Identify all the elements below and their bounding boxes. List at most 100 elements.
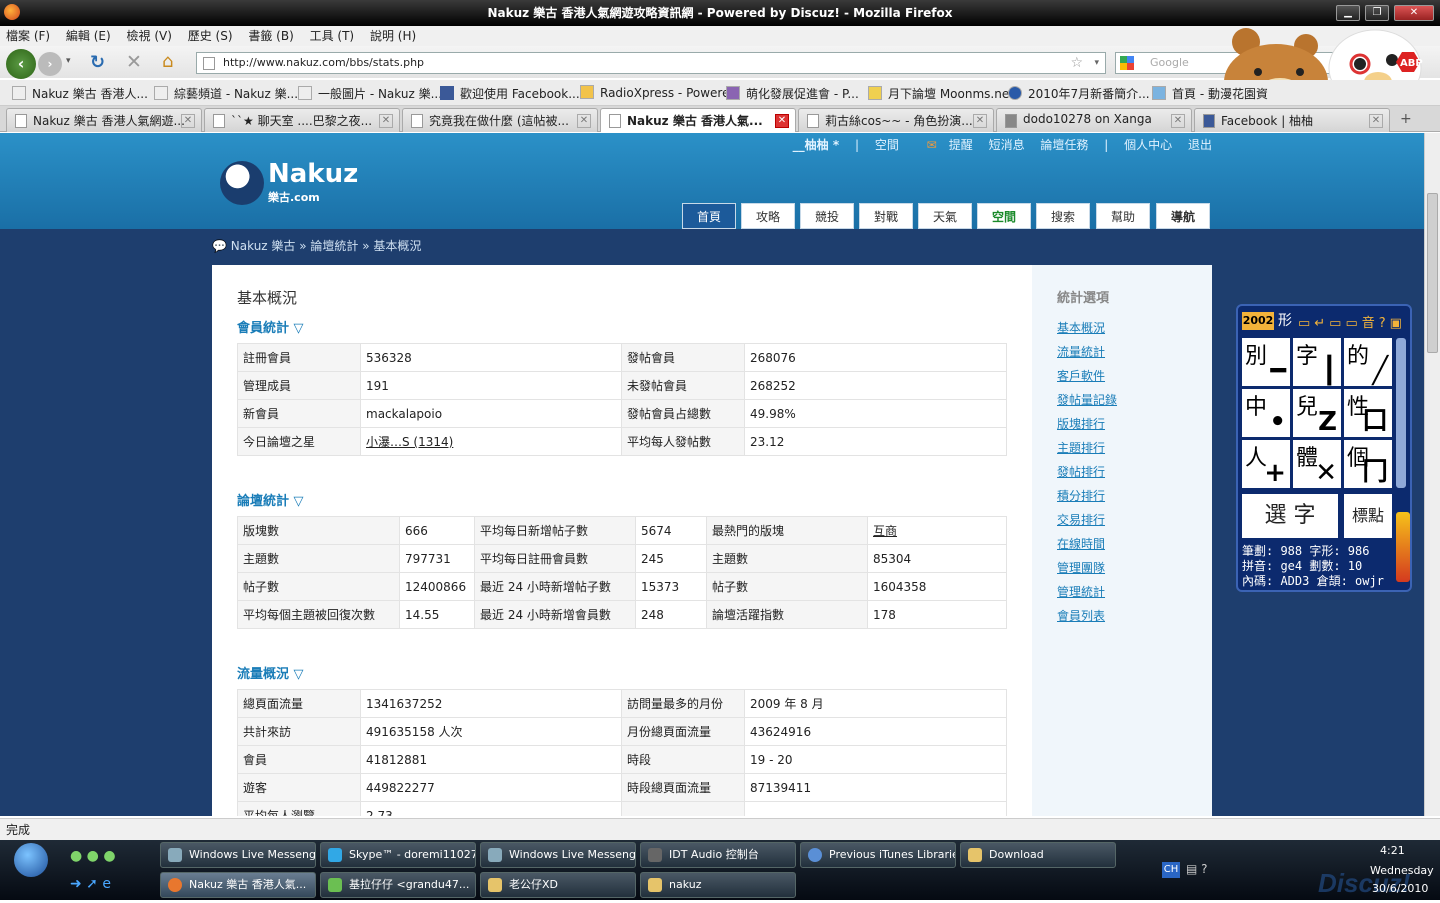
user-center-link[interactable]: 個人中心: [1124, 138, 1172, 152]
sidebar-link-thread-rank[interactable]: 主題排行: [1057, 439, 1105, 456]
traffic-stats-heading[interactable]: 流量概況 ▽: [237, 663, 304, 682]
ime-mode[interactable]: 形: [1278, 310, 1292, 330]
site-logo[interactable]: Nakuz 樂古.com: [220, 159, 360, 205]
close-tab-icon[interactable]: ✕: [379, 114, 393, 128]
bookmark-item[interactable]: 綜藝頻道 - Nakuz 樂...: [154, 85, 298, 102]
ime-char-cell[interactable]: 別 ━: [1242, 338, 1290, 386]
bookmark-item[interactable]: 一般圖片 - Nakuz 樂...: [298, 85, 442, 102]
start-button-icon[interactable]: [14, 843, 48, 877]
ime-char-cell[interactable]: 的 ╱: [1344, 338, 1392, 386]
ime-version-label[interactable]: 2002: [1242, 312, 1274, 330]
close-tab-icon[interactable]: ✕: [1171, 114, 1185, 128]
ime-toolbar-icons[interactable]: ▭↵▭▭音?▣: [1298, 312, 1406, 331]
ime-char-cell[interactable]: 兒Z: [1293, 389, 1341, 437]
tab[interactable]: dodo10278 on Xanga ✕: [996, 108, 1192, 132]
taskbar-button[interactable]: Previous iTunes Libraries: [800, 842, 956, 868]
sidebar-link-admin-stats[interactable]: 管理統計: [1057, 583, 1105, 600]
sidebar-link-online-time[interactable]: 在線時間: [1057, 535, 1105, 552]
ime-punctuation-button[interactable]: 標點: [1344, 494, 1392, 538]
hot-forum-link[interactable]: 互商: [867, 516, 1007, 545]
tasks-link[interactable]: 論壇任務: [1040, 138, 1088, 152]
tab-active[interactable]: Nakuz 樂古 香港人氣... ✕: [600, 108, 796, 132]
sidebar-link-traffic[interactable]: 流量統計: [1057, 343, 1105, 360]
ime-select-button[interactable]: 選 字: [1242, 494, 1338, 538]
sidebar-link-trade-rank[interactable]: 交易排行: [1057, 511, 1105, 528]
quicklaunch-icons[interactable]: ● ● ●: [70, 848, 116, 864]
close-tab-icon[interactable]: ✕: [577, 114, 591, 128]
page-scrollbar[interactable]: [1424, 133, 1440, 816]
bookmark-item[interactable]: 2010年7月新番簡介...: [1008, 85, 1150, 102]
home-icon[interactable]: ⌂: [162, 51, 173, 72]
space-link[interactable]: 空間: [875, 138, 899, 152]
taskbar-button[interactable]: Windows Live Messenger: [480, 842, 636, 868]
url-dropdown-icon[interactable]: ▾: [1094, 53, 1099, 73]
sidebar-link-post-rank[interactable]: 發帖排行: [1057, 463, 1105, 480]
language-indicator[interactable]: CH: [1162, 862, 1180, 878]
tab[interactable]: ``★ 聊天室 ....巴黎之夜... ✕: [204, 108, 400, 132]
member-stats-heading[interactable]: 會員統計 ▽: [237, 317, 304, 336]
logout-link[interactable]: 退出: [1188, 138, 1212, 152]
ime-char-cell[interactable]: 個冂: [1344, 440, 1392, 488]
nav-guides[interactable]: 攻略: [741, 203, 795, 229]
quicklaunch-icons-row2[interactable]: ➜ ➚ e: [70, 876, 111, 892]
stop-icon[interactable]: ✕: [126, 51, 142, 73]
sidebar-link-credit-rank[interactable]: 積分排行: [1057, 487, 1105, 504]
tab[interactable]: 究竟我在做什麼 (這帖被... ✕: [402, 108, 598, 132]
scrollbar-thumb[interactable]: [1427, 193, 1438, 353]
bookmark-item[interactable]: 歡迎使用 Facebook...: [440, 85, 580, 102]
taskbar-button-active[interactable]: Nakuz 樂古 香港人氣...: [160, 872, 316, 898]
taskbar-button[interactable]: IDT Audio 控制台: [640, 842, 796, 868]
nav-navigation[interactable]: 導航: [1156, 203, 1210, 229]
nav-weather[interactable]: 天氣: [918, 203, 972, 229]
close-window-button[interactable]: ✕: [1394, 5, 1434, 21]
tab[interactable]: 莉古絲cos~~ - 角色扮演... ✕: [798, 108, 994, 132]
menu-view[interactable]: 檢視 (V): [121, 26, 178, 46]
menu-bookmarks[interactable]: 書籤 (B): [242, 26, 299, 46]
menu-tools[interactable]: 工具 (T): [304, 26, 361, 46]
close-tab-icon[interactable]: ✕: [775, 114, 789, 128]
close-tab-icon[interactable]: ✕: [1369, 114, 1383, 128]
sidebar-link-member-list[interactable]: 會員列表: [1057, 607, 1105, 624]
messages-link[interactable]: 短消息: [989, 138, 1025, 152]
close-tab-icon[interactable]: ✕: [973, 114, 987, 128]
taskbar-button[interactable]: 老公仔XD: [480, 872, 636, 898]
notice-link[interactable]: ✉ 提醒: [915, 138, 973, 152]
forum-star-link[interactable]: 小瀑…S (1314): [360, 427, 622, 456]
sidebar-link-admin-team[interactable]: 管理團隊: [1057, 559, 1105, 576]
close-tab-icon[interactable]: ✕: [181, 114, 195, 128]
history-dropdown-icon[interactable]: ▾: [66, 56, 71, 66]
taskbar-button[interactable]: Skype™ - doremi110278: [320, 842, 476, 868]
taskbar-button[interactable]: Windows Live Messenger: [160, 842, 316, 868]
restore-button[interactable]: ❐: [1365, 5, 1389, 21]
nav-auction[interactable]: 競投: [800, 203, 854, 229]
menu-history[interactable]: 歷史 (S): [182, 26, 239, 46]
new-member-link[interactable]: mackalapoio: [360, 399, 622, 428]
bookmark-item[interactable]: 月下論壇 Moonms.net: [868, 85, 1014, 102]
sidebar-link-post-log[interactable]: 發帖量記錄: [1057, 391, 1117, 408]
sidebar-link-forum-rank[interactable]: 版塊排行: [1057, 415, 1105, 432]
reload-icon[interactable]: ↻: [90, 52, 105, 73]
ime-arrow-icon[interactable]: [1396, 512, 1410, 582]
ime-char-cell[interactable]: 體 ✕: [1293, 440, 1341, 488]
username-link[interactable]: __柚柚 *: [793, 138, 839, 152]
nav-search[interactable]: 搜索: [1036, 203, 1090, 229]
bookmark-item[interactable]: RadioXpress - Powere...: [580, 85, 741, 100]
tab[interactable]: Facebook | 柚柚 ✕: [1194, 108, 1390, 132]
menu-file[interactable]: 檔案 (F): [0, 26, 56, 46]
ime-scroll-bar[interactable]: [1396, 338, 1406, 488]
nav-help[interactable]: 幫助: [1096, 203, 1150, 229]
clock-time[interactable]: 4:21: [1380, 844, 1405, 857]
bookmark-item[interactable]: 首頁 - 動漫花園資: [1152, 85, 1268, 102]
bookmark-item[interactable]: Nakuz 樂古 香港人...: [12, 85, 148, 102]
tab[interactable]: Nakuz 樂古 香港人氣網遊... ✕: [6, 108, 202, 132]
ime-char-cell[interactable]: 人 +: [1242, 440, 1290, 488]
ime-char-cell[interactable]: 中 •: [1242, 389, 1290, 437]
nav-home[interactable]: 首頁: [682, 203, 736, 229]
star-bookmark-icon[interactable]: ☆: [1070, 53, 1083, 73]
tray-icons[interactable]: ▤ ?: [1186, 862, 1208, 876]
new-tab-icon[interactable]: +: [1400, 111, 1412, 127]
ime-char-cell[interactable]: 性口: [1344, 389, 1392, 437]
ime-char-cell[interactable]: 字 ┃: [1293, 338, 1341, 386]
taskbar-button[interactable]: 基拉仔仔 <grandu47...: [320, 872, 476, 898]
forum-stats-heading[interactable]: 論壇統計 ▽: [237, 490, 304, 509]
